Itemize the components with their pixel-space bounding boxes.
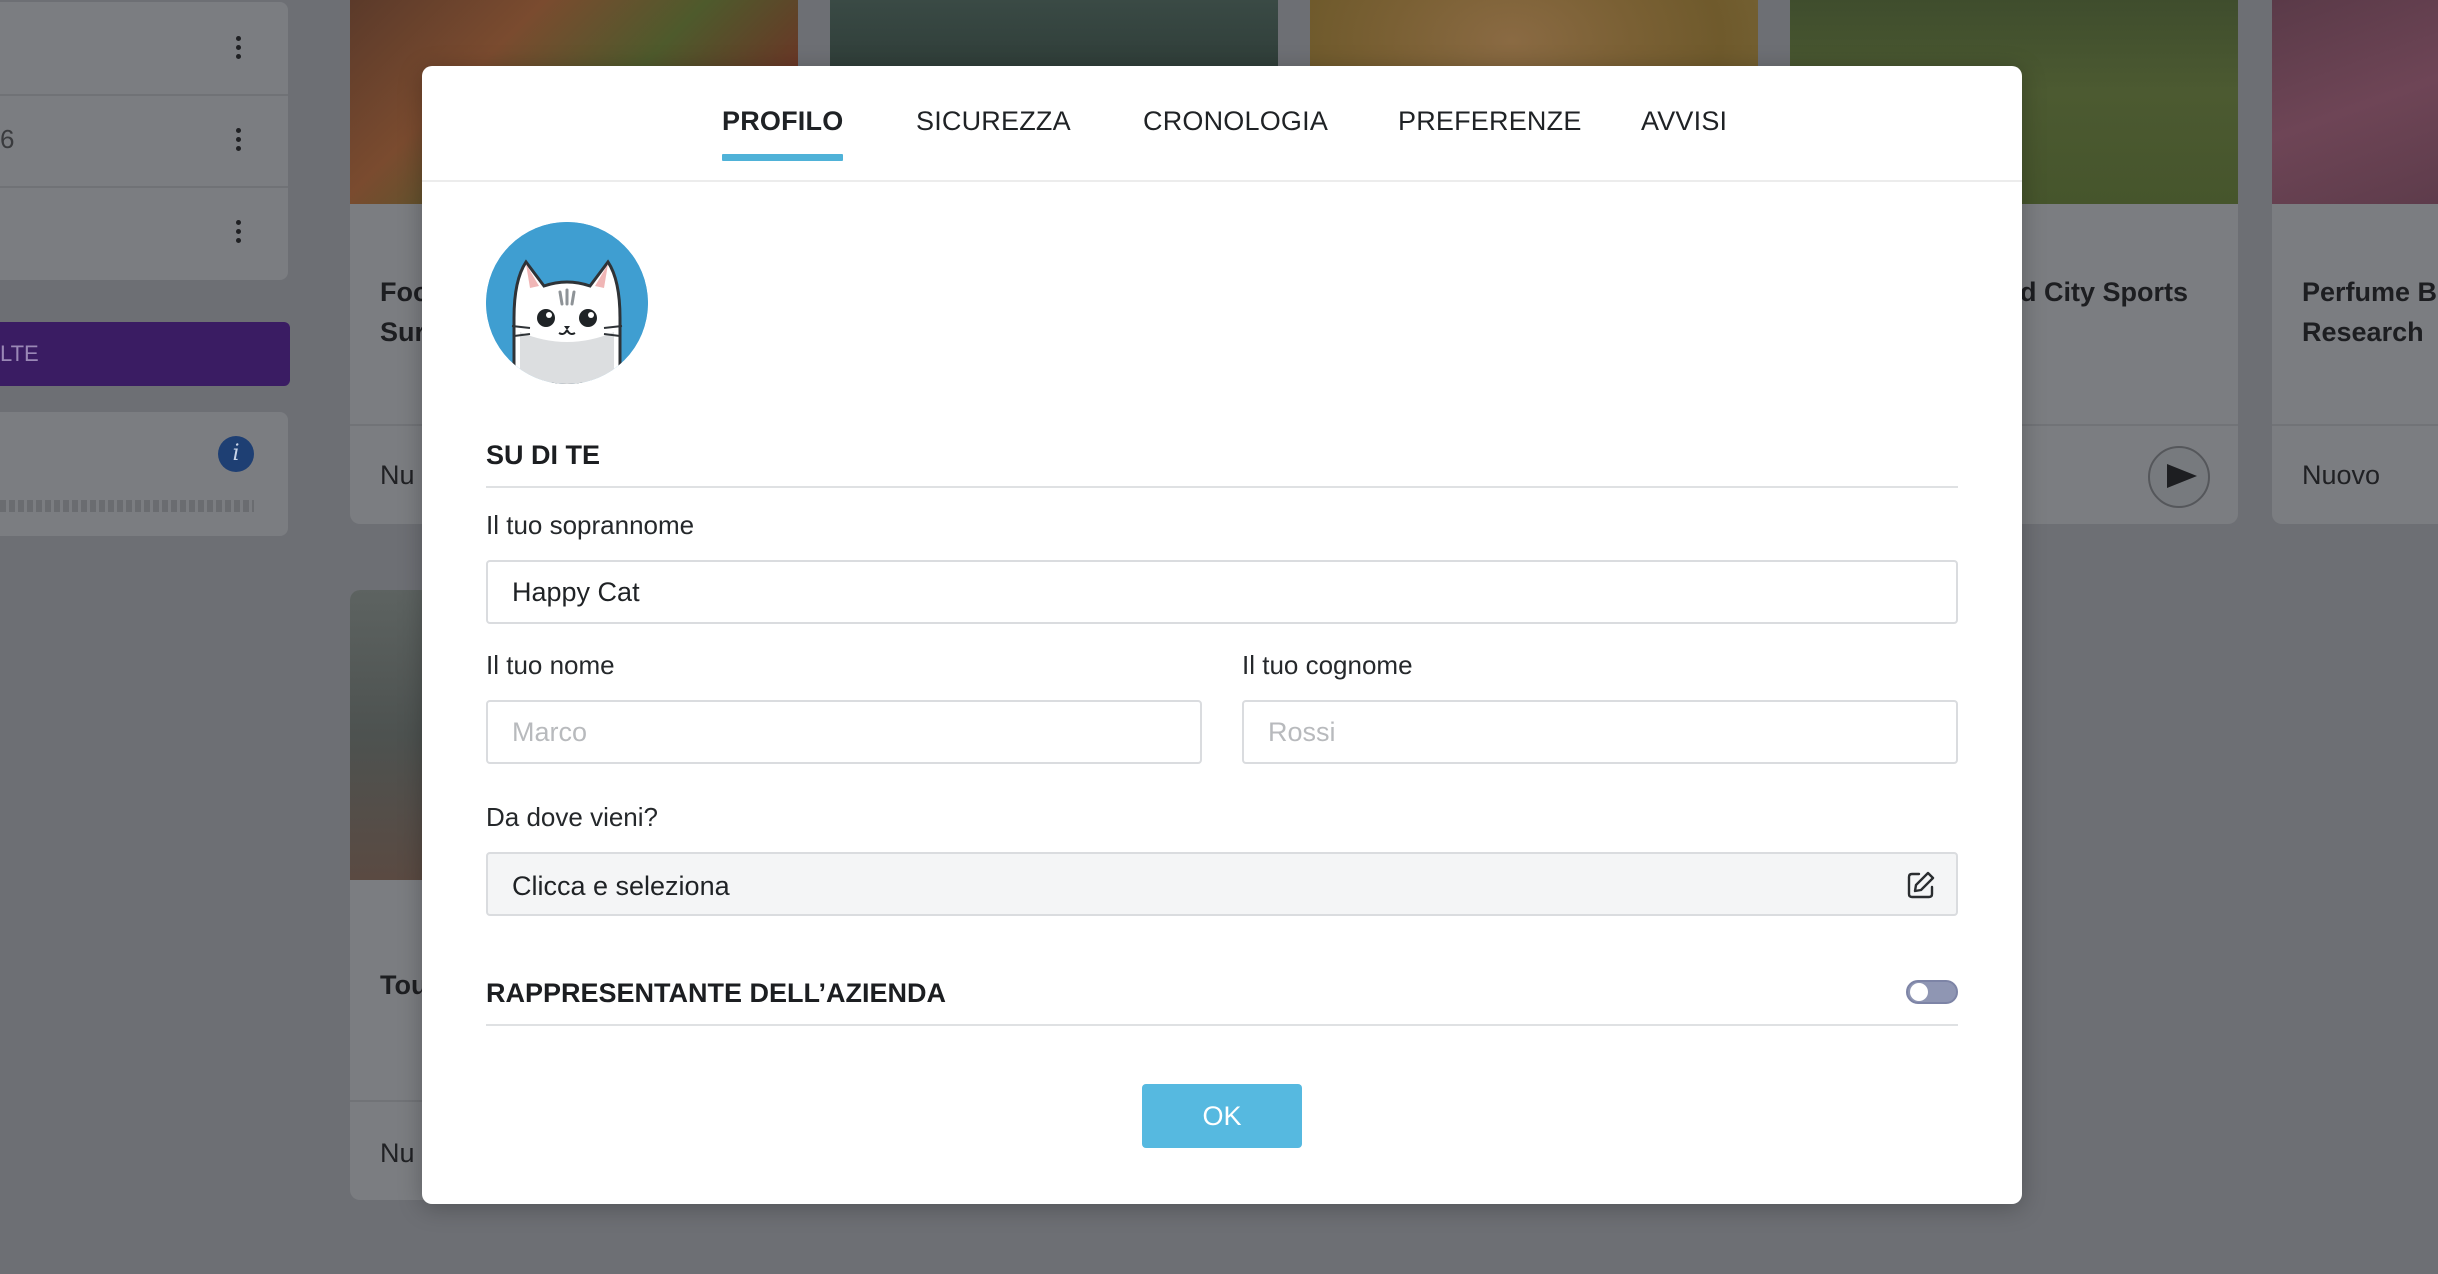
side-info-panel: i xyxy=(0,412,288,536)
origin-select[interactable]: Clicca e seleziona xyxy=(486,852,1958,916)
cat-avatar-icon xyxy=(486,222,648,384)
company-rep-title: RAPPRESENTANTE DELL’AZIENDA xyxy=(486,978,947,1008)
perfume-photo xyxy=(2272,0,2438,204)
card-title: d City Sports xyxy=(2020,277,2189,307)
dialog-tabs: PROFILO SICUREZZA CRONOLOGIA PREFERENZE … xyxy=(422,66,2022,182)
section-divider xyxy=(486,1024,1958,1026)
side-list-row[interactable] xyxy=(0,2,288,96)
card-status: Nu xyxy=(380,1138,415,1168)
first-name-input[interactable] xyxy=(488,702,1200,762)
card-status: Nuovo xyxy=(2302,460,2381,490)
info-icon[interactable]: i xyxy=(218,436,254,472)
send-icon[interactable] xyxy=(2148,446,2210,508)
nickname-field[interactable] xyxy=(486,560,1958,624)
tab-sicurezza[interactable]: SICUREZZA xyxy=(916,106,1071,161)
side-row-text: 6 xyxy=(0,124,15,154)
avatar[interactable] xyxy=(486,222,648,384)
last-name-field[interactable] xyxy=(1242,700,1958,764)
side-list-row[interactable] xyxy=(0,186,288,278)
origin-label: Da dove vieni? xyxy=(486,802,658,832)
card-title: Tou xyxy=(380,970,428,1000)
toggle-knob xyxy=(1910,983,1928,1001)
tab-avvisi[interactable]: AVVISI xyxy=(1641,106,1727,161)
project-card[interactable]: Perfume Br Research Nuovo xyxy=(2272,0,2438,524)
company-rep-toggle[interactable] xyxy=(1906,980,1958,1004)
side-action-button[interactable]: LTE xyxy=(0,322,290,386)
last-name-input[interactable] xyxy=(1244,702,1956,762)
tab-cronologia[interactable]: CRONOLOGIA xyxy=(1143,106,1328,161)
more-options-icon[interactable] xyxy=(236,220,242,247)
ok-button[interactable]: OK xyxy=(1142,1084,1302,1148)
section-divider xyxy=(486,486,1958,488)
progress-dashes xyxy=(0,500,254,512)
profile-dialog: PROFILO SICUREZZA CRONOLOGIA PREFERENZE … xyxy=(422,66,2022,1204)
card-status: Nu xyxy=(380,460,415,490)
card-title: Perfume Br Research xyxy=(2302,277,2438,347)
tab-profilo[interactable]: PROFILO xyxy=(722,106,844,161)
about-section-title: SU DI TE xyxy=(486,440,601,470)
nickname-label: Il tuo soprannome xyxy=(486,510,695,540)
side-list: 6 xyxy=(0,2,288,280)
first-name-field[interactable] xyxy=(486,700,1202,764)
side-list-row[interactable]: 6 xyxy=(0,94,288,188)
tab-preferenze[interactable]: PREFERENZE xyxy=(1398,106,1582,161)
more-options-icon[interactable] xyxy=(236,36,242,63)
more-options-icon[interactable] xyxy=(236,128,242,155)
nickname-input[interactable] xyxy=(488,562,1956,622)
origin-select-value: Clicca e seleziona xyxy=(512,871,730,901)
last-name-label: Il tuo cognome xyxy=(1242,650,1413,680)
edit-icon[interactable] xyxy=(1906,870,1936,900)
first-name-label: Il tuo nome xyxy=(486,650,615,680)
